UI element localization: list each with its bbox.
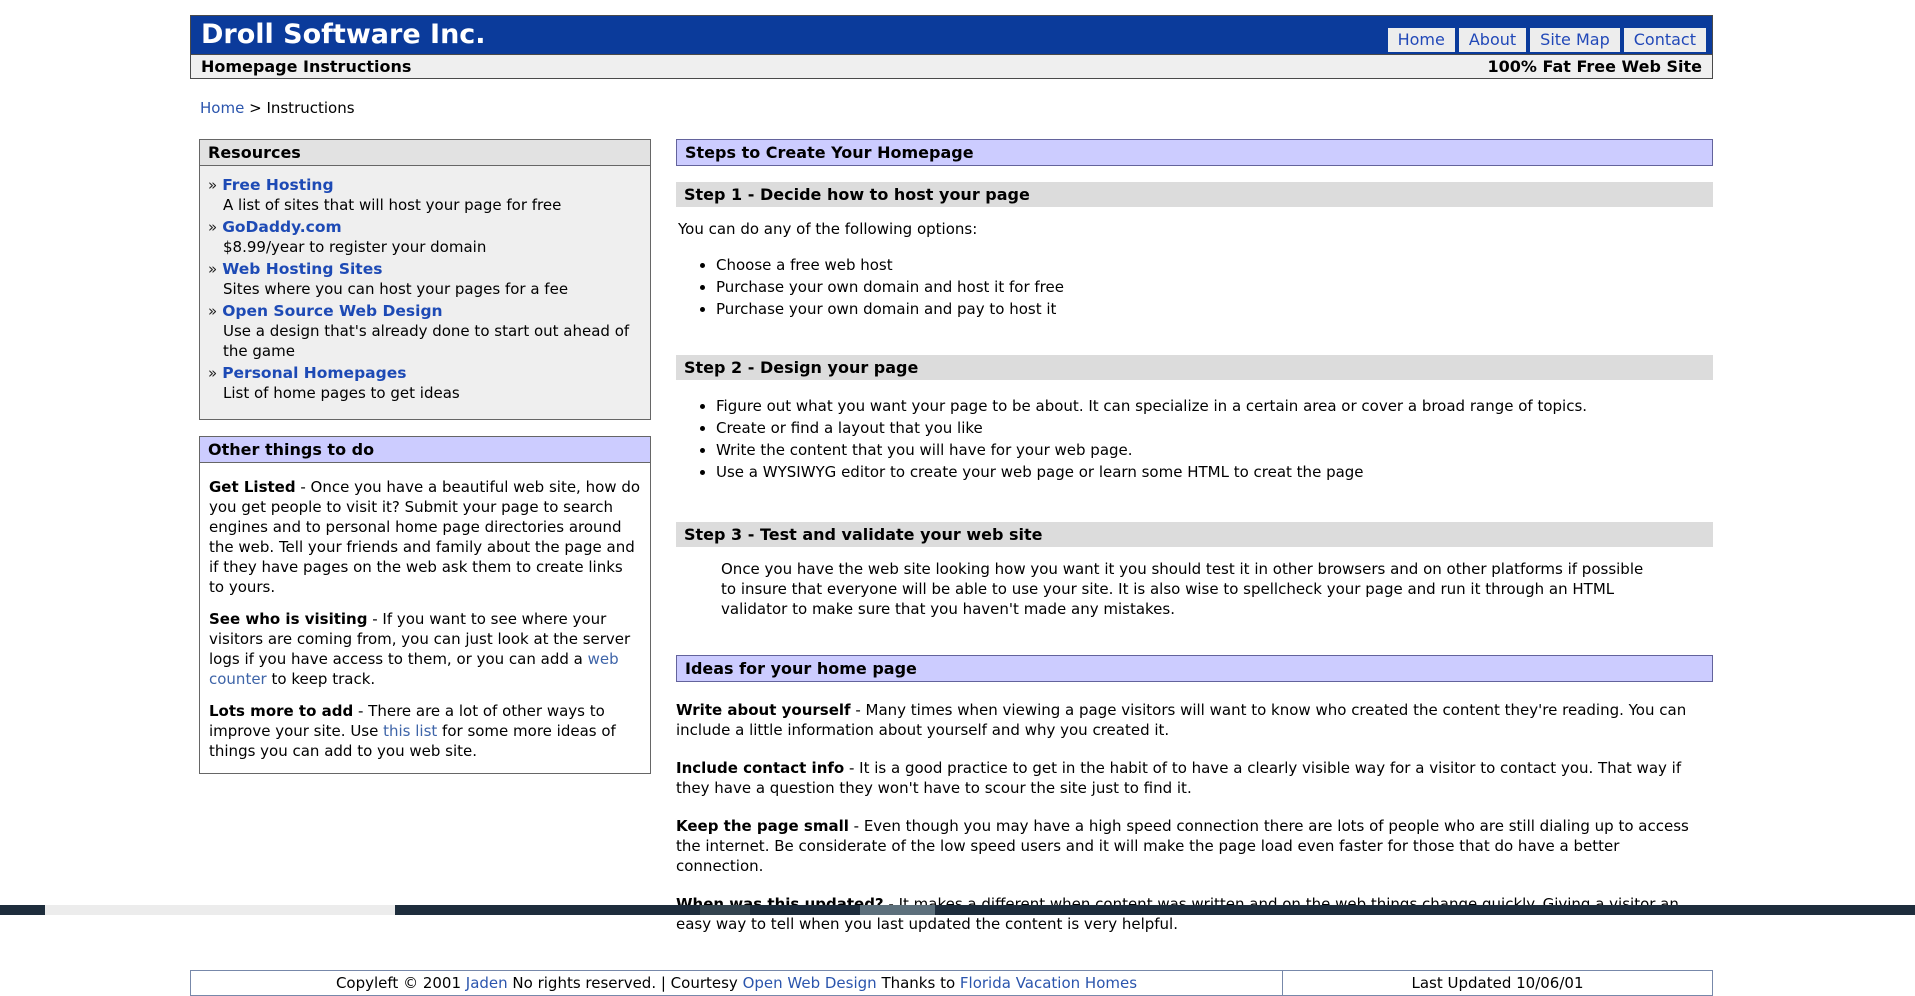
step1-header: Step 1 - Decide how to host your page (676, 182, 1713, 207)
taskbar-segment (860, 905, 935, 915)
steps-section-header: Steps to Create Your Homepage (676, 139, 1713, 166)
footer-credits: Copyleft © 2001 Jaden No rights reserved… (191, 971, 1282, 995)
site-title: Droll Software Inc. (191, 16, 486, 50)
breadcrumb-separator: > (249, 99, 262, 117)
bullet-item: Use a WYSIWYG editor to create your web … (716, 462, 1713, 482)
paragraph-text: to keep track. (267, 670, 375, 688)
idea-write-about-yourself: Write about yourself - Many times when v… (676, 700, 1711, 740)
footer-text: No rights reserved. | Courtesy (508, 974, 743, 992)
nav-about-button[interactable]: About (1459, 28, 1526, 52)
paragraph-lead: See who is visiting (209, 610, 367, 628)
page-container: Droll Software Inc. Home About Site Map … (190, 15, 1713, 996)
nav-contact-button[interactable]: Contact (1624, 28, 1706, 52)
breadcrumb: Home > Instructions (200, 99, 1713, 117)
resource-desc: A list of sites that will host your page… (223, 195, 640, 215)
paragraph-lead: Get Listed (209, 478, 296, 496)
step2-header: Step 2 - Design your page (676, 355, 1713, 380)
idea-include-contact-info: Include contact info - It is a good prac… (676, 758, 1711, 798)
paragraph-lead: Keep the page small (676, 817, 849, 835)
breadcrumb-home-link[interactable]: Home (200, 99, 244, 117)
taskbar-segment (700, 905, 750, 915)
bullet-item: Choose a free web host (716, 255, 1713, 275)
resource-desc: $8.99/year to register your domain (223, 237, 640, 257)
bullet-item: Figure out what you want your page to be… (716, 396, 1713, 416)
this-list-link[interactable]: this list (383, 722, 437, 740)
list-item: » Web Hosting Sites Sites where you can … (208, 259, 640, 299)
chevron-bullet-icon: » (208, 217, 217, 237)
footer-text: Thanks to (877, 974, 960, 992)
resources-list: » Free Hosting A list of sites that will… (200, 166, 650, 419)
resources-box: Resources » Free Hosting A list of sites… (199, 139, 651, 420)
header-bar: Droll Software Inc. Home About Site Map … (191, 16, 1712, 54)
taskbar-sliver (0, 905, 1915, 915)
tagline: 100% Fat Free Web Site (1487, 57, 1702, 76)
resource-desc: List of home pages to get ideas (223, 383, 640, 403)
footer-text: Copyleft © 2001 (336, 974, 466, 992)
other-paragraph-lots-more: Lots more to add - There are a lot of ot… (209, 701, 641, 761)
resource-desc: Use a design that's already done to star… (223, 321, 640, 361)
footer: Copyleft © 2001 Jaden No rights reserved… (190, 970, 1713, 996)
florida-vacation-homes-link[interactable]: Florida Vacation Homes (960, 974, 1137, 992)
resource-link-godaddy[interactable]: GoDaddy.com (222, 217, 341, 237)
nav-sitemap-button[interactable]: Site Map (1530, 28, 1620, 52)
bullet-item: Create or find a layout that you like (716, 418, 1713, 438)
nav-home-button[interactable]: Home (1388, 28, 1455, 52)
sidebar: Resources » Free Hosting A list of sites… (199, 139, 651, 774)
other-things-box: Other things to do Get Listed - Once you… (199, 436, 651, 774)
paragraph-lead: Write about yourself (676, 701, 851, 719)
paragraph-lead: Include contact info (676, 759, 844, 777)
chevron-bullet-icon: » (208, 301, 217, 321)
other-paragraph-see-who: See who is visiting - If you want to see… (209, 609, 641, 689)
step3-header: Step 3 - Test and validate your web site (676, 522, 1713, 547)
list-item: » Open Source Web Design Use a design th… (208, 301, 640, 361)
chevron-bullet-icon: » (208, 259, 217, 279)
resource-link-free-hosting[interactable]: Free Hosting (222, 175, 333, 195)
open-web-design-link[interactable]: Open Web Design (743, 974, 877, 992)
resource-link-open-source[interactable]: Open Source Web Design (222, 301, 442, 321)
other-things-title: Other things to do (200, 437, 650, 463)
subtitle-bar: Homepage Instructions 100% Fat Free Web … (191, 54, 1712, 78)
bullet-item: Write the content that you will have for… (716, 440, 1713, 460)
footer-last-updated: Last Updated 10/06/01 (1282, 971, 1712, 995)
chevron-bullet-icon: » (208, 363, 217, 383)
idea-keep-page-small: Keep the page small - Even though you ma… (676, 816, 1711, 876)
jaden-link[interactable]: Jaden (466, 974, 508, 992)
resource-link-web-hosting[interactable]: Web Hosting Sites (222, 259, 382, 279)
resource-desc: Sites where you can host your pages for … (223, 279, 640, 299)
ideas-section-header: Ideas for your home page (676, 655, 1713, 682)
list-item: » Free Hosting A list of sites that will… (208, 175, 640, 215)
content-columns: Resources » Free Hosting A list of sites… (190, 139, 1713, 934)
page-title: Homepage Instructions (201, 57, 411, 76)
breadcrumb-current: Instructions (266, 99, 354, 117)
masthead: Droll Software Inc. Home About Site Map … (190, 15, 1713, 79)
step1-bullet-list: Choose a free web host Purchase your own… (684, 255, 1713, 319)
list-item: » GoDaddy.com $8.99/year to register you… (208, 217, 640, 257)
step3-text: Once you have the web site looking how y… (721, 559, 1653, 619)
list-item: » Personal Homepages List of home pages … (208, 363, 640, 403)
bullet-item: Purchase your own domain and host it for… (716, 277, 1713, 297)
main-content: Steps to Create Your Homepage Step 1 - D… (676, 139, 1713, 934)
step1-intro: You can do any of the following options: (678, 219, 1713, 239)
other-things-body: Get Listed - Once you have a beautiful w… (200, 463, 650, 773)
bullet-item: Purchase your own domain and pay to host… (716, 299, 1713, 319)
chevron-bullet-icon: » (208, 175, 217, 195)
resource-link-personal-homepages[interactable]: Personal Homepages (222, 363, 406, 383)
step2-bullet-list: Figure out what you want your page to be… (684, 396, 1713, 482)
paragraph-lead: Lots more to add (209, 702, 353, 720)
resources-title: Resources (200, 140, 650, 166)
other-paragraph-get-listed: Get Listed - Once you have a beautiful w… (209, 477, 641, 597)
taskbar-segment (45, 905, 395, 915)
top-nav: Home About Site Map Contact (1388, 28, 1706, 52)
